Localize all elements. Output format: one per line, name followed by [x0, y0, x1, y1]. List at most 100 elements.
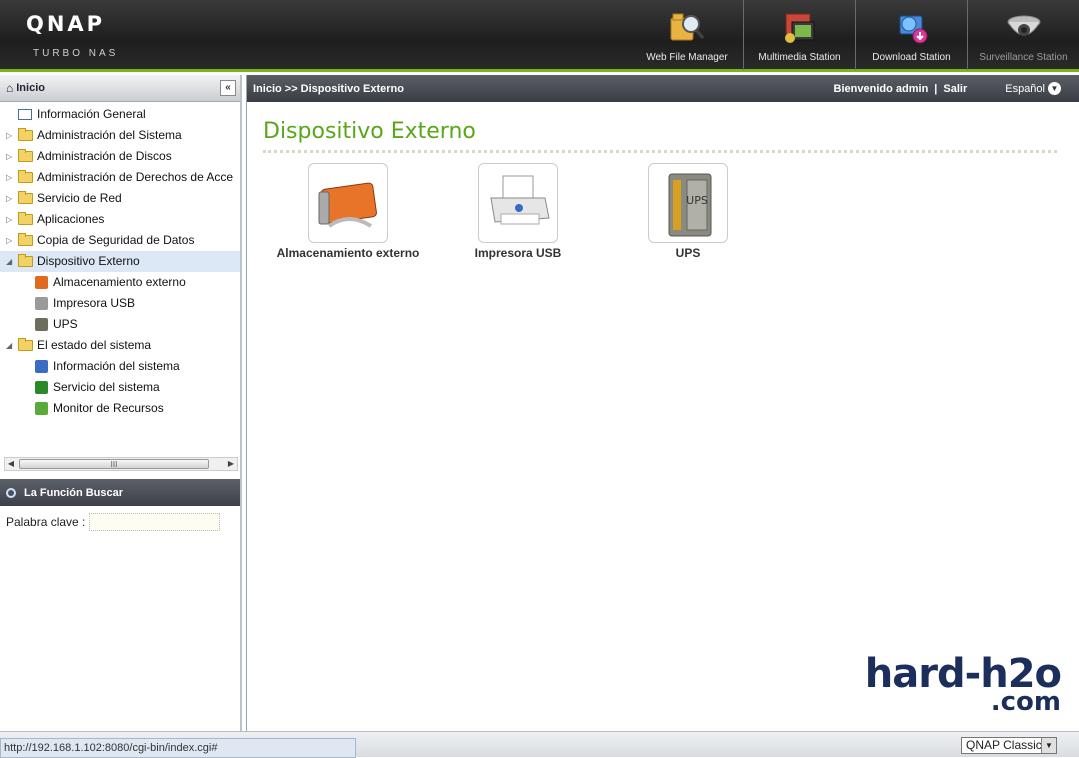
folder-icon	[18, 170, 33, 183]
tree-item-label: Impresora USB	[53, 296, 136, 310]
scroll-right-arrow[interactable]: ▶	[225, 458, 237, 470]
tree-item-label: Dispositivo Externo	[37, 254, 140, 268]
external-storage-label[interactable]: Almacenamiento externo	[268, 246, 428, 260]
home-icon[interactable]: ⌂	[6, 81, 13, 95]
tree-item-label: Copia de Seguridad de Datos	[37, 233, 195, 247]
station-bar: Web File Manager Multimedia Station Down…	[631, 0, 1079, 72]
theme-select[interactable]: QNAP Classic ▼	[961, 737, 1057, 754]
chevron-down-icon: ▼	[1048, 82, 1061, 95]
scroll-thumb[interactable]: III	[19, 459, 209, 469]
tree-item-label: UPS	[53, 317, 78, 331]
tree-item[interactable]: ▷ Administración del Sistema	[0, 125, 240, 146]
expand-icon[interactable]: ▷	[6, 230, 14, 251]
tree-item[interactable]: ▷ Copia de Seguridad de Datos	[0, 230, 240, 251]
tree-item-label: Almacenamiento externo	[53, 275, 186, 289]
keyword-input[interactable]	[89, 513, 221, 531]
folder-search-icon	[667, 8, 707, 48]
media-icon	[780, 8, 820, 48]
tree-item[interactable]: Información General	[0, 104, 240, 125]
expand-icon[interactable]: ▷	[6, 167, 14, 188]
download-station-button[interactable]: Download Station	[855, 0, 967, 70]
tree-item-label: Aplicaciones	[37, 212, 105, 226]
ups-icon[interactable]: UPS	[648, 163, 728, 243]
tree-item-label: Servicio del sistema	[53, 380, 160, 394]
ups-card[interactable]: UPS UPS	[608, 163, 768, 260]
printer-icon[interactable]	[478, 163, 558, 243]
tree-item[interactable]: ◢ Dispositivo Externo	[0, 251, 240, 272]
ups-label[interactable]: UPS	[608, 246, 768, 260]
main-panel: Inicio >> Dispositivo Externo Bienvenido…	[246, 75, 1079, 731]
web-file-manager-button[interactable]: Web File Manager	[631, 0, 743, 70]
collapse-sidebar-button[interactable]: «	[220, 80, 236, 96]
folder-icon	[18, 191, 33, 204]
main-topbar: Inicio >> Dispositivo Externo Bienvenido…	[247, 75, 1079, 102]
tree-item-label: Administración del Sistema	[37, 128, 182, 142]
welcome-text: Bienvenido admin	[833, 82, 929, 95]
tree-item[interactable]: ▷ Administración de Derechos de Acce	[0, 167, 240, 188]
tree-item[interactable]: ▷ Administración de Discos	[0, 146, 240, 167]
tree-item-label: Administración de Discos	[37, 149, 172, 163]
folder-icon	[18, 338, 33, 351]
language-label: Español	[1005, 82, 1045, 95]
tree-item-label: El estado del sistema	[37, 338, 152, 352]
scroll-left-arrow[interactable]: ◀	[5, 458, 17, 470]
home-link[interactable]: Inicio	[16, 82, 45, 94]
tree-item[interactable]: Impresora USB	[0, 293, 240, 314]
tree-item[interactable]: Almacenamiento externo	[0, 272, 240, 293]
expand-icon[interactable]: ▷	[6, 209, 14, 230]
search-icon	[6, 487, 16, 498]
app-header: QNAP TURBO NAS Web File Manager Multimed…	[0, 0, 1079, 72]
external-storage-card[interactable]: Almacenamiento externo	[268, 163, 428, 260]
tree-item-label: Información del sistema	[53, 359, 180, 373]
usb-printer-label[interactable]: Impresora USB	[438, 246, 598, 260]
external-drive-icon[interactable]	[308, 163, 388, 243]
watermark-brand: hard-h2o	[864, 651, 1062, 697]
tree-horizontal-scrollbar[interactable]: ◀ III ▶	[4, 457, 238, 471]
language-selector[interactable]: Español ▼	[1005, 82, 1061, 95]
surveillance-station-button[interactable]: Surveillance Station	[967, 0, 1079, 70]
navigation-tree: Información General ▷ Administración del S…	[0, 102, 240, 464]
status-url: http://192.168.1.102:8080/cgi-bin/index.…	[0, 738, 356, 758]
chevron-down-icon: ▼	[1041, 738, 1056, 753]
tree-item[interactable]: ◢ El estado del sistema	[0, 335, 240, 356]
turbo-nas-subtitle: TURBO NAS	[33, 48, 119, 59]
sidebar: ⌂ Inicio « Información General ▷ Administr…	[0, 75, 242, 731]
expand-icon[interactable]: ▷	[6, 146, 14, 167]
collapse-icon[interactable]: ◢	[6, 251, 14, 272]
logout-link[interactable]: Salir	[943, 83, 967, 95]
item-icon	[35, 381, 48, 394]
folder-icon	[18, 128, 33, 141]
folder-icon	[18, 212, 33, 225]
search-panel-title: La Función Buscar	[24, 486, 124, 499]
topbar-separator: |	[934, 82, 938, 95]
expand-icon[interactable]: ▷	[6, 188, 14, 209]
qnap-logo: QNAP	[26, 12, 106, 36]
theme-select-value: QNAP Classic	[966, 738, 1042, 752]
usb-printer-card[interactable]: Impresora USB	[438, 163, 598, 260]
title-divider	[263, 150, 1057, 153]
breadcrumb[interactable]: Inicio >> Dispositivo Externo	[253, 83, 404, 95]
folder-icon	[18, 233, 33, 246]
browser-statusbar: http://192.168.1.102:8080/cgi-bin/index.…	[0, 731, 1079, 758]
tree-item[interactable]: Monitor de Recursos	[0, 398, 240, 419]
sidebar-header: ⌂ Inicio «	[0, 75, 240, 102]
folder-icon	[18, 254, 33, 267]
search-panel-header: La Función Buscar	[0, 479, 240, 506]
item-icon	[35, 318, 48, 331]
camera-icon	[1004, 8, 1044, 48]
tree-item[interactable]: ▷ Aplicaciones	[0, 209, 240, 230]
tree-item[interactable]: Información del sistema	[0, 356, 240, 377]
tree-item-label: Información General	[37, 107, 146, 121]
item-icon	[35, 276, 48, 289]
watermark: hard-h2o .com	[864, 651, 1062, 716]
item-icon	[35, 297, 48, 310]
item-icon	[35, 402, 48, 415]
page-title: Dispositivo Externo	[263, 119, 476, 144]
collapse-icon[interactable]: ◢	[6, 335, 14, 356]
tree-item-label: Monitor de Recursos	[53, 401, 164, 415]
tree-item[interactable]: Servicio del sistema	[0, 377, 240, 398]
tree-item[interactable]: UPS	[0, 314, 240, 335]
tree-item[interactable]: ▷ Servicio de Red	[0, 188, 240, 209]
multimedia-station-button[interactable]: Multimedia Station	[743, 0, 855, 70]
expand-icon[interactable]: ▷	[6, 125, 14, 146]
